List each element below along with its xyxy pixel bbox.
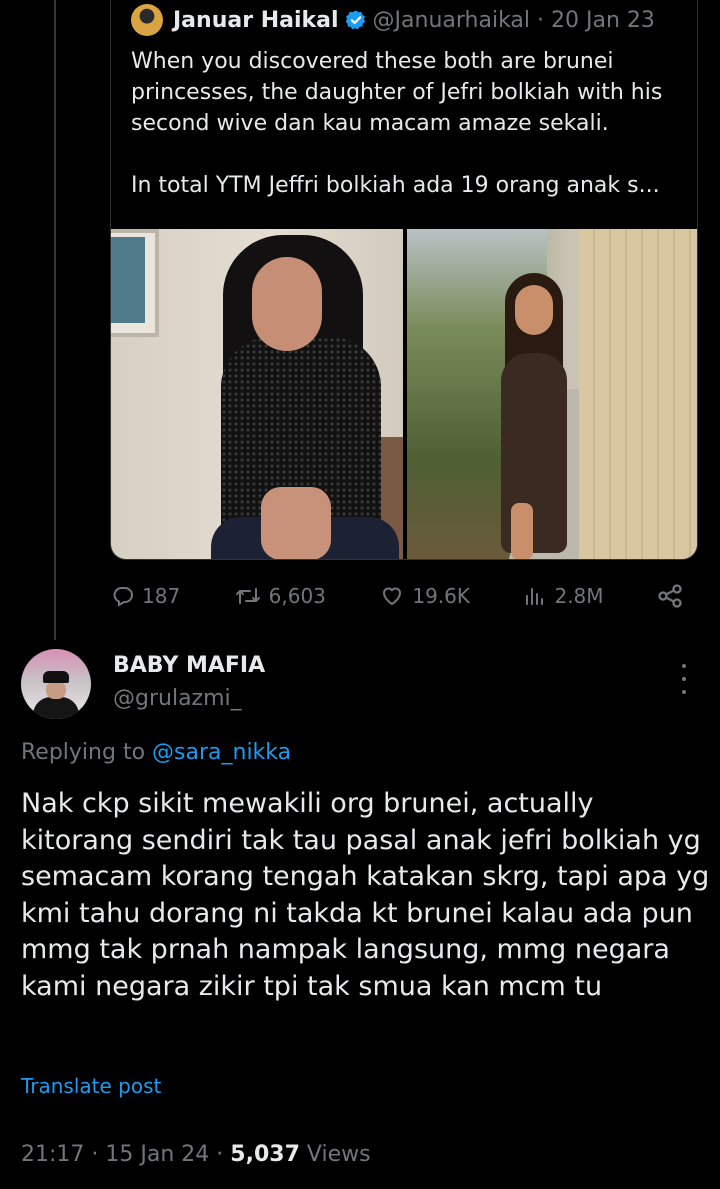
- meta-separator: ·: [91, 1142, 99, 1167]
- like-button[interactable]: 19.6K: [378, 584, 470, 608]
- post-time[interactable]: 21:17: [21, 1142, 84, 1167]
- post-views-count: 5,037: [230, 1142, 300, 1167]
- wall-frame: [111, 229, 159, 337]
- reply-author-name[interactable]: BABY MAFIA: [113, 653, 265, 678]
- repost-button[interactable]: 6,603: [233, 584, 326, 608]
- quoted-post-card[interactable]: Januar Haikal @Januarhaikal · 20 Jan 23 …: [110, 0, 698, 560]
- media-photo-right[interactable]: [407, 229, 697, 559]
- replying-to-link[interactable]: @sara_nikka: [152, 740, 291, 765]
- like-count: 19.6K: [412, 584, 471, 608]
- share-button[interactable]: [656, 582, 690, 610]
- verified-badge-icon: [345, 10, 365, 30]
- share-icon: [658, 584, 682, 608]
- meta-separator: ·: [216, 1142, 224, 1167]
- translate-post-link[interactable]: Translate post: [21, 1074, 161, 1098]
- replying-to-line: Replying to @sara_nikka: [21, 740, 291, 765]
- quoted-post-header: Januar Haikal @Januarhaikal · 20 Jan 23: [131, 4, 655, 36]
- woman-figure: [499, 273, 569, 559]
- reply-count: 187: [142, 584, 181, 608]
- separator-dot: ·: [537, 7, 545, 33]
- reply-author-handle[interactable]: @grulazmi_: [113, 686, 242, 711]
- quoted-author-name[interactable]: Januar Haikal: [173, 8, 339, 33]
- quoted-post-media: [111, 229, 697, 559]
- post-meta: 21:17 · 15 Jan 24 · 5,037 Views: [21, 1142, 371, 1167]
- views-count: 2.8M: [554, 584, 604, 608]
- post-views-label: Views: [306, 1142, 371, 1167]
- repost-count: 6,603: [268, 584, 326, 608]
- quoted-post-date[interactable]: 20 Jan 23: [551, 8, 655, 33]
- views-button[interactable]: 2.8M: [522, 584, 604, 608]
- views-chart-icon: [526, 588, 544, 605]
- reply-author-avatar[interactable]: [21, 649, 91, 719]
- thread-line: [54, 0, 56, 640]
- reply-icon: [113, 587, 133, 607]
- face: [252, 257, 322, 351]
- quoted-author-handle[interactable]: @Januarhaikal: [373, 8, 530, 33]
- building-wall: [579, 229, 697, 559]
- post-date[interactable]: 15 Jan 24: [105, 1142, 209, 1167]
- reply-button[interactable]: 187: [110, 584, 180, 608]
- repost-icon: [235, 588, 260, 604]
- replying-to-prefix: Replying to: [21, 740, 146, 765]
- media-photo-left[interactable]: [111, 229, 403, 559]
- reply-post-text: Nak ckp sikit mewakili org brunei, actua…: [21, 788, 710, 1002]
- legs: [261, 487, 331, 559]
- post-actions-bar: 187 6,603 19.6K 2.8M: [110, 578, 690, 614]
- quoted-post-text: When you discovered these both are brune…: [131, 49, 663, 198]
- quoted-author-avatar[interactable]: [131, 4, 163, 36]
- more-options-icon[interactable]: [674, 664, 694, 694]
- heart-icon: [383, 587, 402, 606]
